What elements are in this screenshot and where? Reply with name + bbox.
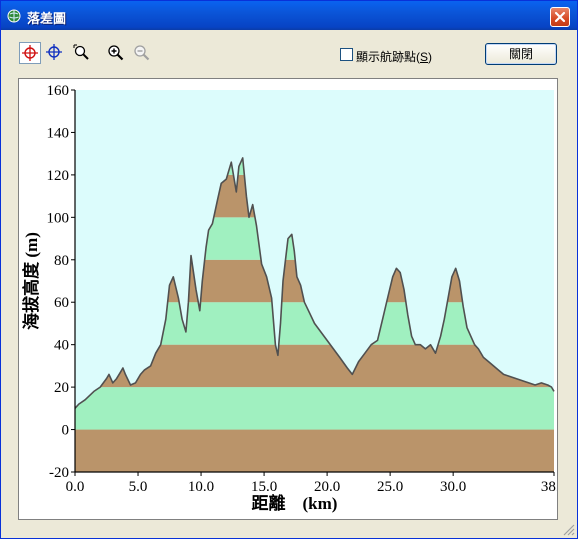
zoom-out-tool[interactable] <box>131 42 153 64</box>
y-tick-label: 20 <box>54 380 69 396</box>
x-tick-label: 30.0 <box>440 479 466 495</box>
x-tick-label: 5.0 <box>129 479 148 495</box>
close-button[interactable]: 關閉 <box>485 43 557 65</box>
y-tick-label: 120 <box>47 168 70 184</box>
zoom-in-icon <box>108 45 124 61</box>
y-tick-label: 140 <box>47 125 70 141</box>
zoom-select-icon <box>73 44 89 60</box>
crosshair-red-icon <box>22 45 38 61</box>
x-tick-label: 25.0 <box>377 479 403 495</box>
window-title: 落差圖 <box>27 11 67 26</box>
y-tick-label: 100 <box>47 210 70 226</box>
x-tick-label: 10.0 <box>188 479 214 495</box>
zoom-in-tool[interactable] <box>105 42 127 64</box>
x-tick-label: 20.0 <box>314 479 340 495</box>
show-track-points-label: 顯示航跡點(S) <box>356 50 433 64</box>
crosshair-blue-tool[interactable] <box>44 42 66 64</box>
elevation-profile-window: 落差圖 顯示航跡點(S) 關閉 160 140 120 100 80 60 40… <box>0 0 578 539</box>
y-axis-label: 海拔高度 (m) <box>21 232 41 330</box>
globe-icon <box>7 9 21 23</box>
close-icon <box>554 11 566 23</box>
x-axis-label: 距離 (km) <box>252 493 338 513</box>
y-tick-label: 0 <box>62 423 70 439</box>
x-tick-label: 38.0 <box>541 479 557 495</box>
toolbar: 顯示航跡點(S) 關閉 <box>1 30 577 78</box>
x-tick-label: 0.0 <box>66 479 85 495</box>
resize-grip-icon[interactable] <box>561 522 575 536</box>
title-bar[interactable]: 落差圖 <box>1 1 577 30</box>
x-tick-label: 15.0 <box>251 479 277 495</box>
zoom-select-tool[interactable] <box>71 42 93 64</box>
window-close-button[interactable] <box>550 7 570 27</box>
y-tick-label: 160 <box>47 83 70 99</box>
elevation-band <box>75 387 554 430</box>
checkbox-box[interactable] <box>340 48 353 61</box>
chart-panel: 160 140 120 100 80 60 40 20 0 -20 0.0 5.0 10.0 15.0 20… <box>18 78 567 520</box>
crosshair-red-tool[interactable] <box>19 42 41 64</box>
y-tick-label: 60 <box>54 295 69 311</box>
y-tick-label: 80 <box>54 253 69 269</box>
elevation-chart: 160140120100806040200-200.0 5.0 10.0 15.0 20… <box>21 83 567 513</box>
y-tick-label: 40 <box>54 338 69 354</box>
crosshair-blue-icon <box>46 44 62 60</box>
zoom-out-icon <box>134 45 150 61</box>
elevation-band <box>75 429 554 472</box>
